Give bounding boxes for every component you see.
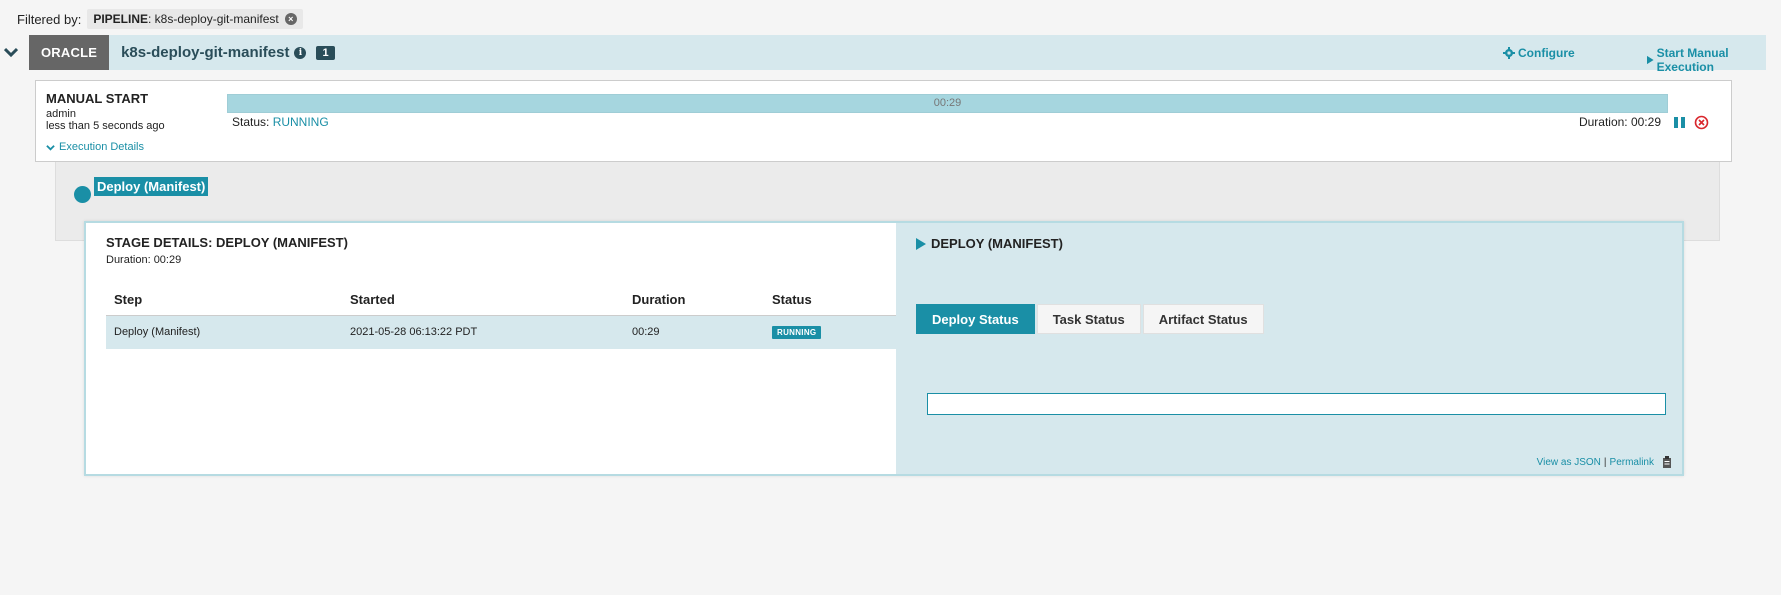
info-icon[interactable]: i (294, 46, 307, 59)
column-header-duration: Duration (624, 285, 764, 316)
chevron-down-icon[interactable] (4, 45, 18, 59)
steps-table: Step Started Duration Status Deploy (Man… (106, 285, 896, 349)
gear-icon (1503, 47, 1515, 59)
stage-details-duration: Duration: 00:29 (106, 254, 182, 266)
execution-duration: Duration: 00:29 (1578, 115, 1661, 129)
configure-link[interactable]: Configure (1503, 46, 1575, 60)
column-header-started: Started (342, 285, 624, 316)
application-badge: ORACLE (29, 35, 110, 70)
trigger-title: MANUAL START (46, 91, 149, 106)
chevron-down-icon (46, 144, 55, 151)
play-icon (1647, 55, 1654, 65)
execution-details-toggle[interactable]: Execution Details (46, 141, 144, 153)
link-separator: | (1603, 456, 1607, 468)
tab-task-status[interactable]: Task Status (1036, 304, 1141, 334)
stage-details-left: STAGE DETAILS: DEPLOY (MANIFEST) Duratio… (86, 223, 896, 474)
pause-icon[interactable] (1673, 116, 1686, 129)
table-row[interactable]: Deploy (Manifest) 2021-05-28 06:13:22 PD… (106, 315, 896, 349)
start-manual-execution-link[interactable]: Start Manual Execution (1647, 46, 1766, 74)
cancel-icon[interactable] (1694, 115, 1709, 130)
stage-details-panel: STAGE DETAILS: DEPLOY (MANIFEST) Duratio… (84, 221, 1684, 476)
duration-cell: 00:29 (624, 315, 764, 349)
stage-details-title: STAGE DETAILS: DEPLOY (MANIFEST) (106, 235, 348, 250)
tab-deploy-status[interactable]: Deploy Status (916, 304, 1035, 334)
permalink-link[interactable]: Permalink (1610, 457, 1654, 468)
started-cell: 2021-05-28 06:13:22 PDT (342, 315, 624, 349)
caret-right-icon (916, 237, 926, 250)
remove-filter-icon[interactable]: × (284, 13, 297, 25)
pipeline-name: k8s-deploy-git-manifest (121, 44, 290, 61)
column-header-status: Status (764, 285, 896, 316)
clipboard-icon[interactable] (1662, 456, 1672, 468)
deploy-status-box (927, 393, 1666, 415)
execution-count-badge: 1 (316, 45, 335, 60)
start-manual-execution-label: Start Manual Execution (1656, 46, 1729, 74)
pipeline-header: ORACLE k8s-deploy-git-manifest i 1 Confi… (29, 35, 1766, 74)
footer-links: View as JSON | Permalink (1537, 456, 1672, 468)
execution-progress-bar[interactable]: 00:29 (227, 94, 1668, 113)
status-tabs: Deploy Status Task Status Artifact Statu… (916, 304, 1266, 334)
filter-tag-value: : k8s-deploy-git-manifest (148, 12, 279, 26)
configure-label: Configure (1518, 46, 1575, 60)
filter-tag-key: PIPELINE (93, 12, 148, 26)
status-cell: RUNNING (764, 315, 896, 349)
task-title-label: DEPLOY (MANIFEST) (931, 236, 1063, 251)
trigger-user: admin (46, 108, 76, 120)
status-badge: RUNNING (772, 326, 822, 340)
tab-artifact-status[interactable]: Artifact Status (1142, 304, 1264, 334)
progress-label: 00:29 (933, 97, 962, 109)
trigger-time: less than 5 seconds ago (46, 120, 165, 132)
stage-label[interactable]: Deploy (Manifest) (94, 177, 209, 196)
status-value: RUNNING (272, 115, 329, 129)
step-cell: Deploy (Manifest) (106, 315, 342, 349)
filter-tag: PIPELINE : k8s-deploy-git-manifest × (87, 9, 303, 29)
view-as-json-link[interactable]: View as JSON (1537, 457, 1601, 468)
execution-details-label: Execution Details (59, 141, 144, 153)
stage-details-right: DEPLOY (MANIFEST) Deploy Status Task Sta… (896, 223, 1682, 474)
execution-status: Status: RUNNING (232, 115, 329, 129)
execution-card: MANUAL START admin less than 5 seconds a… (35, 80, 1732, 162)
filter-prefix: Filtered by: (17, 11, 82, 27)
column-header-step: Step (106, 285, 342, 316)
status-prefix: Status: (232, 115, 273, 129)
stage-node[interactable] (74, 186, 91, 203)
task-title: DEPLOY (MANIFEST) (916, 236, 1063, 251)
table-header-row: Step Started Duration Status (106, 285, 896, 316)
filter-bar: Filtered by: PIPELINE : k8s-deploy-git-m… (17, 9, 303, 29)
